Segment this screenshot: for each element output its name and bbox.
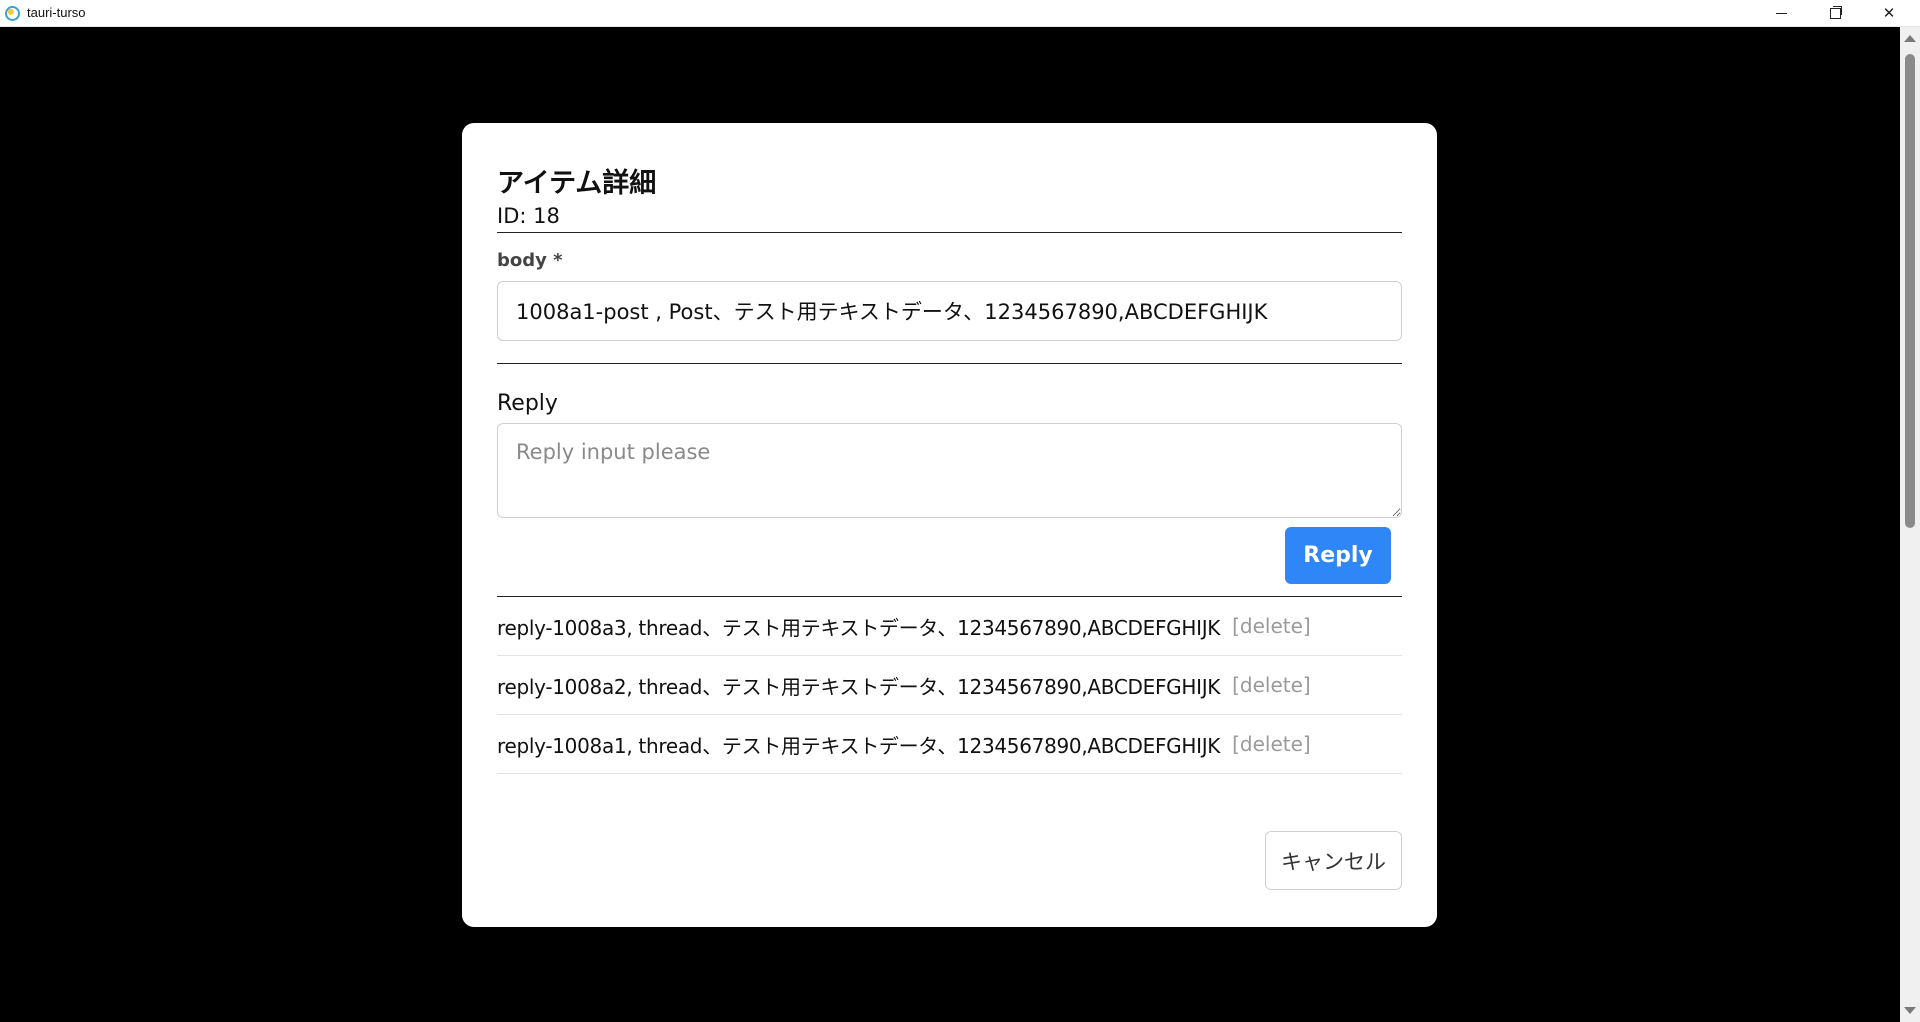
reply-text: reply-1008a3, thread、テスト用テキストデータ、1234567… [497, 615, 1221, 640]
delete-link[interactable]: [delete] [1232, 732, 1311, 756]
reply-text: reply-1008a1, thread、テスト用テキストデータ、1234567… [497, 733, 1221, 758]
reply-text: reply-1008a2, thread、テスト用テキストデータ、1234567… [497, 674, 1221, 699]
divider [497, 232, 1402, 233]
reply-button[interactable]: Reply [1285, 527, 1391, 584]
close-button[interactable]: ✕ [1862, 0, 1916, 26]
list-item: reply-1008a3, thread、テスト用テキストデータ、1234567… [497, 597, 1402, 656]
cancel-button[interactable]: キャンセル [1265, 831, 1402, 890]
vertical-scrollbar[interactable] [1900, 27, 1920, 1022]
divider [497, 363, 1402, 364]
list-item: reply-1008a1, thread、テスト用テキストデータ、1234567… [497, 715, 1402, 774]
restore-icon [1829, 5, 1842, 19]
window-titlebar: tauri-turso ✕ [0, 0, 1920, 27]
item-id: ID: 18 [497, 204, 560, 228]
reply-field-label: Reply [497, 391, 558, 416]
minimize-button[interactable] [1754, 0, 1808, 26]
modal-title: アイテム詳細 [497, 168, 657, 199]
scrollbar-thumb[interactable] [1905, 54, 1915, 528]
tauri-app-icon [5, 6, 20, 21]
item-detail-modal: アイテム詳細 ID: 18 body * Reply Reply reply-1… [462, 123, 1437, 927]
restore-button[interactable] [1808, 0, 1862, 26]
delete-link[interactable]: [delete] [1232, 614, 1311, 638]
body-field-label: body * [497, 250, 563, 271]
minimize-icon [1775, 12, 1787, 14]
scroll-up-arrow-icon[interactable] [1904, 35, 1916, 42]
scroll-down-arrow-icon[interactable] [1904, 1007, 1916, 1014]
close-icon: ✕ [1882, 4, 1896, 22]
reply-textarea[interactable] [497, 423, 1402, 518]
list-item: reply-1008a2, thread、テスト用テキストデータ、1234567… [497, 656, 1402, 715]
body-input[interactable] [497, 281, 1402, 341]
delete-link[interactable]: [delete] [1232, 673, 1311, 697]
window-title: tauri-turso [27, 5, 86, 20]
reply-list: reply-1008a3, thread、テスト用テキストデータ、1234567… [497, 597, 1402, 774]
